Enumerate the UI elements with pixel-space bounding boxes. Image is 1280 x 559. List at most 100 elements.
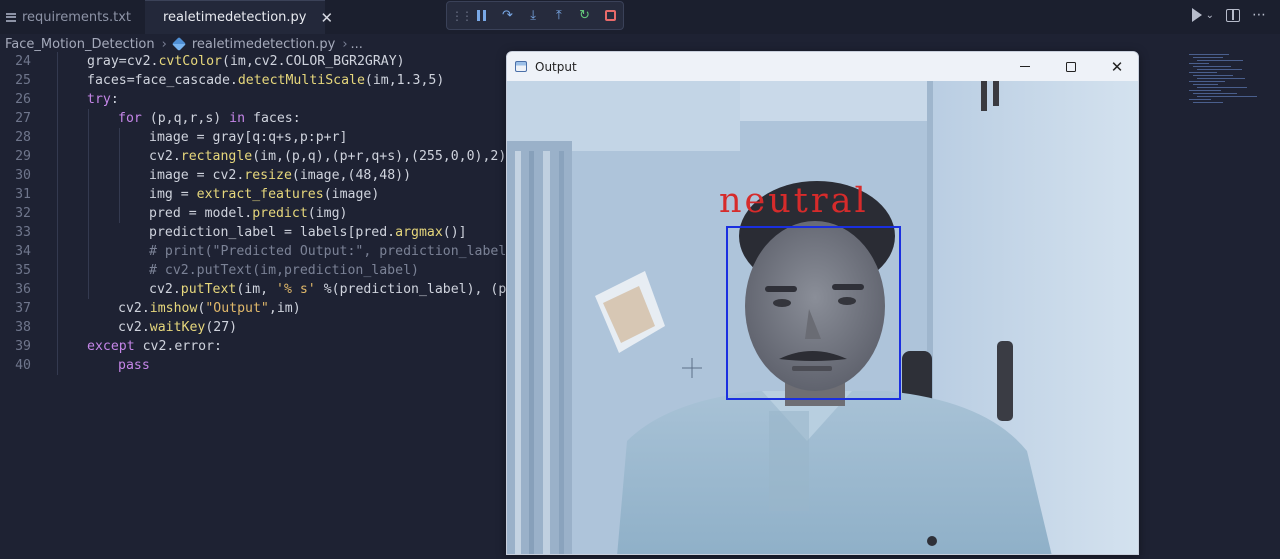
code-line[interactable]: 25 faces=face_cascade.detectMultiScale(im… — [0, 71, 506, 90]
text-file-icon — [6, 12, 16, 22]
code-line[interactable]: 36 cv2.putText(im, '% s' %(prediction_lab… — [0, 280, 506, 299]
minimap-line — [1197, 78, 1245, 79]
code-text: img = extract_features(image) — [149, 187, 380, 202]
code-text: cv2.putText(im, '% s' %(prediction_label… — [149, 282, 506, 297]
step-over-button[interactable]: ↷ — [495, 3, 521, 29]
output-window: Output ✕ neutral — [506, 51, 1139, 555]
minimap-line — [1189, 99, 1211, 100]
split-editor-icon[interactable] — [1226, 8, 1240, 22]
stop-button[interactable] — [597, 3, 623, 29]
minimap-line — [1193, 93, 1237, 94]
line-number: 26 — [15, 92, 31, 107]
step-over-icon: ↷ — [502, 8, 513, 23]
line-number: 31 — [15, 187, 31, 202]
tab-label: realetimedetection.py — [163, 10, 307, 25]
code-line[interactable]: 35 # cv2.putText(im,prediction_label) — [0, 261, 506, 280]
minimap[interactable] — [1189, 54, 1279, 124]
code-line[interactable]: 24 gray=cv2.cvtColor(im,cv2.COLOR_BGR2GRA… — [0, 52, 506, 71]
code-text: cv2.waitKey(27) — [118, 320, 238, 335]
step-into-button[interactable]: ⤓ — [520, 3, 546, 29]
window-controls: ✕ — [1002, 52, 1138, 81]
close-icon: ✕ — [1110, 57, 1124, 76]
close-icon[interactable]: ✕ — [320, 9, 333, 27]
output-window-title: Output — [535, 59, 577, 74]
code-line[interactable]: 39 except cv2.error: — [0, 337, 506, 356]
line-number: 36 — [15, 282, 31, 297]
code-text: faces=face_cascade.detectMultiScale(im,1… — [87, 73, 445, 88]
run-icon[interactable] — [1191, 8, 1202, 22]
pause-button[interactable] — [469, 3, 495, 29]
chevron-down-icon[interactable]: ⌄ — [1206, 10, 1214, 21]
maximize-button[interactable] — [1048, 52, 1094, 81]
code-text: # cv2.putText(im,prediction_label) — [149, 263, 419, 278]
code-line[interactable]: 37 cv2.imshow("Output",im) — [0, 299, 506, 318]
emotion-label: neutral — [719, 181, 869, 221]
code-line[interactable]: 33 prediction_label = labels[pred.argmax(… — [0, 223, 506, 242]
line-number: 33 — [15, 225, 31, 240]
code-line[interactable]: 32 pred = model.predict(img) — [0, 204, 506, 223]
restart-icon: ↻ — [579, 8, 590, 23]
line-number: 39 — [15, 339, 31, 354]
line-number: 38 — [15, 320, 31, 335]
tab-realetimedetection[interactable]: realetimedetection.py ✕ — [145, 0, 333, 34]
minimap-line — [1189, 90, 1221, 91]
minimap-line — [1193, 102, 1223, 103]
code-line[interactable]: 28 image = gray[q:q+s,p:p+r] — [0, 128, 506, 147]
line-number: 32 — [15, 206, 31, 221]
code-line[interactable]: 27 for (p,q,r,s) in faces: — [0, 109, 506, 128]
drag-handle-icon[interactable]: ⋮⋮ — [451, 3, 473, 29]
tab-requirements[interactable]: requirements.txt — [0, 0, 145, 34]
maximize-icon — [1066, 61, 1076, 72]
step-into-icon: ⤓ — [530, 8, 537, 23]
line-number: 28 — [15, 130, 31, 145]
pause-icon — [477, 10, 487, 21]
minimap-line — [1193, 57, 1223, 58]
step-out-button[interactable]: ⤒ — [546, 3, 572, 29]
minimap-line — [1189, 54, 1229, 55]
line-number: 27 — [15, 111, 31, 126]
code-text: pass — [118, 358, 150, 373]
code-text: image = cv2.resize(image,(48,48)) — [149, 168, 412, 183]
code-text: cv2.rectangle(im,(p,q),(p+r,q+s),(255,0,… — [149, 149, 506, 164]
line-number: 30 — [15, 168, 31, 183]
close-button[interactable]: ✕ — [1094, 52, 1138, 81]
face-bounding-box — [726, 226, 901, 400]
tab-label: requirements.txt — [22, 9, 132, 25]
minimap-line — [1197, 60, 1243, 61]
code-line[interactable]: 38 cv2.waitKey(27) — [0, 318, 506, 337]
code-line[interactable]: 29 cv2.rectangle(im,(p,q),(p+r,q+s),(255,… — [0, 147, 506, 166]
code-line[interactable]: 40 pass — [0, 356, 506, 375]
line-number: 35 — [15, 263, 31, 278]
line-number: 40 — [15, 358, 31, 373]
code-line[interactable]: 26 try: — [0, 90, 506, 109]
output-window-titlebar[interactable]: Output ✕ — [507, 52, 1138, 81]
code-line[interactable]: 34 # print("Predicted Output:", predictio… — [0, 242, 506, 261]
minimap-line — [1197, 96, 1257, 97]
more-actions-icon[interactable]: ⋯ — [1252, 7, 1266, 23]
code-text: cv2.imshow("Output",im) — [118, 301, 301, 316]
code-text: try: — [87, 92, 119, 107]
code-text: except cv2.error: — [87, 339, 222, 354]
code-text: image = gray[q:q+s,p:p+r] — [149, 130, 348, 145]
code-text: prediction_label = labels[pred.argmax()] — [149, 225, 467, 240]
code-line[interactable]: 30 image = cv2.resize(image,(48,48)) — [0, 166, 506, 185]
python-file-icon — [151, 13, 159, 22]
code-text: for (p,q,r,s) in faces: — [118, 111, 301, 126]
python-file-icon — [171, 36, 186, 52]
code-text: gray=cv2.cvtColor(im,cv2.COLOR_BGR2GRAY) — [87, 54, 405, 69]
minimize-button[interactable] — [1002, 52, 1048, 81]
code-editor[interactable]: 24 gray=cv2.cvtColor(im,cv2.COLOR_BGR2GRA… — [0, 50, 506, 559]
tab-bar: requirements.txt realetimedetection.py ✕… — [0, 0, 1280, 34]
debug-toolbar: ⋮⋮ ↷ ⤓ ⤒ ↻ — [446, 1, 624, 30]
line-number: 37 — [15, 301, 31, 316]
minimap-line — [1193, 84, 1218, 85]
step-out-icon: ⤒ — [555, 8, 562, 23]
minimize-icon — [1020, 65, 1030, 68]
editor-actions: ⌄ ⋯ — [1191, 7, 1266, 23]
line-number: 29 — [15, 149, 31, 164]
minimap-line — [1189, 72, 1217, 73]
restart-button[interactable]: ↻ — [572, 3, 598, 29]
minimap-line — [1189, 81, 1225, 82]
code-line[interactable]: 31 img = extract_features(image) — [0, 185, 506, 204]
minimap-line — [1193, 66, 1231, 67]
